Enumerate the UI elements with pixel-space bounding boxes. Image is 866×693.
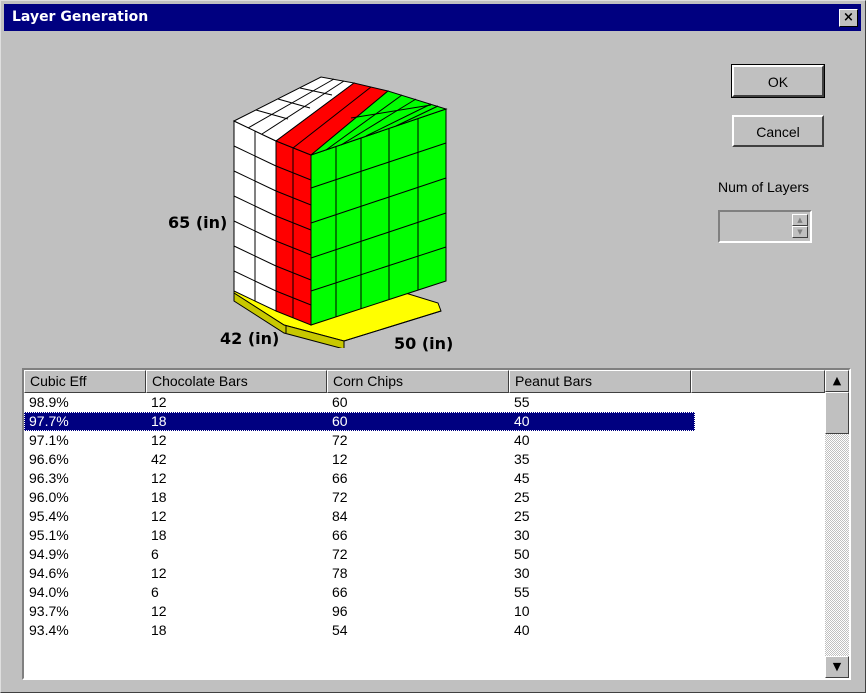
results-list[interactable]: Cubic Eff Chocolate Bars Corn Chips Pean… (22, 368, 851, 680)
window-title: Layer Generation (12, 9, 149, 25)
width-label: 50 (in) (394, 334, 454, 353)
cell-peanut-bars: 30 (514, 527, 530, 543)
scroll-thumb[interactable] (825, 392, 849, 434)
cell-corn-chips: 72 (332, 489, 348, 505)
cell-chocolate-bars: 12 (151, 603, 167, 619)
table-row[interactable]: 96.3% 12 66 45 (24, 469, 695, 488)
cell-chocolate-bars: 12 (151, 394, 167, 410)
cell-cubic-eff: 93.4% (29, 622, 69, 638)
table-row[interactable]: 93.7% 12 96 10 (24, 602, 695, 621)
cell-peanut-bars: 40 (514, 413, 530, 429)
cell-peanut-bars: 10 (514, 603, 530, 619)
cell-peanut-bars: 35 (514, 451, 530, 467)
cell-chocolate-bars: 12 (151, 470, 167, 486)
cell-chocolate-bars: 18 (151, 527, 167, 543)
table-row[interactable]: 98.9% 12 60 55 (24, 393, 695, 412)
cell-chocolate-bars: 6 (151, 584, 159, 600)
column-header-corn-chips[interactable]: Corn Chips (327, 370, 509, 393)
column-header-chocolate-bars[interactable]: Chocolate Bars (146, 370, 327, 393)
cell-chocolate-bars: 12 (151, 432, 167, 448)
table-row[interactable]: 97.7% 18 60 40 (24, 412, 695, 431)
white-boxes (233, 120, 277, 312)
cell-corn-chips: 72 (332, 432, 348, 448)
cell-cubic-eff: 95.4% (29, 508, 69, 524)
cell-chocolate-bars: 42 (151, 451, 167, 467)
cell-corn-chips: 66 (332, 584, 348, 600)
layer-generation-dialog: Layer Generation × 65 (in) 42 (in) 50 (i… (0, 0, 866, 693)
cell-chocolate-bars: 18 (151, 622, 167, 638)
cell-corn-chips: 72 (332, 546, 348, 562)
cell-chocolate-bars: 18 (151, 413, 167, 429)
column-header-empty (691, 370, 825, 393)
cell-peanut-bars: 45 (514, 470, 530, 486)
cell-cubic-eff: 98.9% (29, 394, 69, 410)
cell-cubic-eff: 96.6% (29, 451, 69, 467)
cell-corn-chips: 66 (332, 527, 348, 543)
vertical-scrollbar[interactable]: ▲ ▼ (825, 370, 849, 678)
table-row[interactable]: 97.1% 12 72 40 (24, 431, 695, 450)
scroll-down-button[interactable]: ▼ (825, 656, 849, 678)
spin-up-button[interactable]: ▲ (792, 214, 808, 226)
table-row[interactable]: 94.9% 6 72 50 (24, 545, 695, 564)
cell-cubic-eff: 93.7% (29, 603, 69, 619)
depth-label: 42 (in) (220, 329, 280, 348)
cell-cubic-eff: 96.3% (29, 470, 69, 486)
num-layers-spinner[interactable]: ▲ ▼ (718, 210, 812, 243)
num-layers-label: Num of Layers (718, 179, 810, 195)
column-header-peanut-bars[interactable]: Peanut Bars (509, 370, 691, 393)
red-boxes (275, 140, 312, 326)
scroll-up-button[interactable]: ▲ (825, 370, 849, 392)
table-row[interactable]: 95.4% 12 84 25 (24, 507, 695, 526)
cell-peanut-bars: 30 (514, 565, 530, 581)
cell-peanut-bars: 25 (514, 489, 530, 505)
pallet-illustration (232, 76, 448, 348)
column-header-cubic-eff[interactable]: Cubic Eff (24, 370, 146, 393)
cell-cubic-eff: 94.9% (29, 546, 69, 562)
cell-peanut-bars: 50 (514, 546, 530, 562)
cell-corn-chips: 54 (332, 622, 348, 638)
height-label: 65 (in) (168, 213, 228, 232)
cell-corn-chips: 96 (332, 603, 348, 619)
cell-corn-chips: 78 (332, 565, 348, 581)
cell-corn-chips: 84 (332, 508, 348, 524)
cell-cubic-eff: 95.1% (29, 527, 69, 543)
cell-cubic-eff: 97.7% (29, 413, 69, 429)
cell-corn-chips: 60 (332, 413, 348, 429)
cancel-button[interactable]: Cancel (732, 115, 824, 147)
cell-peanut-bars: 55 (514, 394, 530, 410)
cell-peanut-bars: 40 (514, 432, 530, 448)
cell-chocolate-bars: 6 (151, 546, 159, 562)
table-row[interactable]: 94.6% 12 78 30 (24, 564, 695, 583)
cell-cubic-eff: 94.0% (29, 584, 69, 600)
cell-chocolate-bars: 18 (151, 489, 167, 505)
cell-peanut-bars: 55 (514, 584, 530, 600)
cell-peanut-bars: 40 (514, 622, 530, 638)
table-row[interactable]: 94.0% 6 66 55 (24, 583, 695, 602)
spin-down-button[interactable]: ▼ (792, 226, 808, 238)
close-button[interactable]: × (839, 9, 858, 27)
title-bar[interactable]: Layer Generation × (4, 4, 861, 31)
ok-button[interactable]: OK (731, 64, 825, 98)
table-row[interactable]: 96.6% 42 12 35 (24, 450, 695, 469)
cell-cubic-eff: 97.1% (29, 432, 69, 448)
cell-chocolate-bars: 12 (151, 508, 167, 524)
cell-corn-chips: 60 (332, 394, 348, 410)
table-row[interactable]: 96.0% 18 72 25 (24, 488, 695, 507)
cell-peanut-bars: 25 (514, 508, 530, 524)
cell-corn-chips: 66 (332, 470, 348, 486)
cell-cubic-eff: 96.0% (29, 489, 69, 505)
cell-cubic-eff: 94.6% (29, 565, 69, 581)
cell-chocolate-bars: 12 (151, 565, 167, 581)
table-row[interactable]: 93.4% 18 54 40 (24, 621, 695, 640)
table-row[interactable]: 95.1% 18 66 30 (24, 526, 695, 545)
cell-corn-chips: 12 (332, 451, 348, 467)
